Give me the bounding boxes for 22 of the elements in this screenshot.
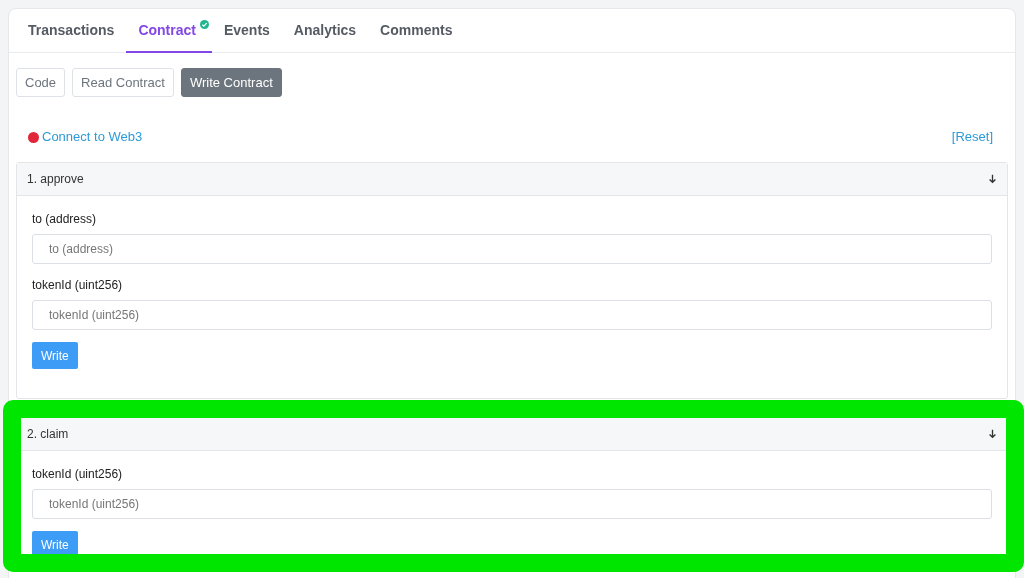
- tab-button[interactable]: Write Contract: [180, 68, 282, 97]
- function-title: 1. approve: [27, 171, 84, 188]
- input-field[interactable]: to (address): [32, 234, 992, 264]
- function-title: 2. claim: [27, 426, 69, 443]
- tab[interactable]: Analytics: [281, 9, 369, 53]
- tab[interactable]: Transactions: [16, 9, 127, 53]
- input-field[interactable]: tokenId (uint256): [32, 489, 992, 519]
- field-label: tokenId (uint256): [32, 466, 124, 481]
- tab-button[interactable]: Code: [16, 68, 66, 97]
- tab[interactable]: Events: [211, 9, 282, 53]
- reset-link[interactable]: [Reset]: [951, 127, 993, 147]
- arrow-down-icon: [988, 174, 997, 184]
- arrow-down-icon: [988, 429, 997, 439]
- tab-button[interactable]: Read Contract: [72, 68, 174, 97]
- write-button[interactable]: Write: [32, 342, 78, 369]
- tab[interactable]: Contract: [126, 9, 212, 53]
- tab[interactable]: Comments: [368, 9, 465, 53]
- input-field[interactable]: tokenId (uint256): [32, 300, 992, 330]
- connect-link[interactable]: Connect to Web3: [42, 127, 143, 147]
- panel-header[interactable]: 1. approve: [17, 163, 1007, 196]
- field-label: to (address): [32, 211, 98, 226]
- field-label: tokenId (uint256): [32, 277, 124, 292]
